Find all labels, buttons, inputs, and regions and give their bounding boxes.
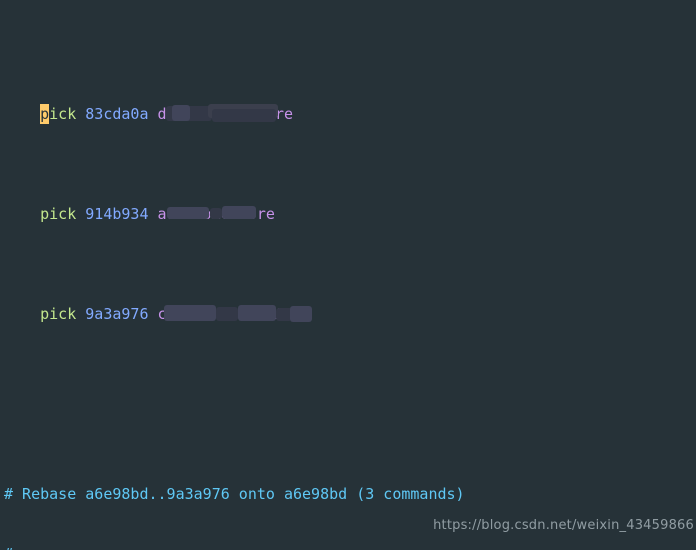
todo-sha-2: 914b934 [85,205,149,223]
todo-subject-3-prefix: c [157,305,167,323]
todo-sha-1: 83cda0a [85,105,149,123]
todo-subject-1-suffix: re [274,105,293,123]
todo-command-3: pick [40,305,77,323]
todo-subject-3-body: reate new README [166,305,312,323]
todo-line-2[interactable]: pick 914b934 add some more [4,184,696,223]
todo-subject-2-body: dd some mor [166,205,266,223]
todo-subject-1-body: ocumentation [166,105,275,123]
comment-line: # [4,544,696,550]
todo-subject-1-redacted: documentationre [158,104,293,124]
todo-command-1: ick [49,105,77,123]
todo-subject-2-prefix: a [157,205,167,223]
terminal-screen[interactable]: pick 83cda0a documentationre pick 914b93… [0,0,696,550]
todo-line-1[interactable]: pick 83cda0a documentationre [4,84,696,124]
comment-line: # Rebase a6e98bd..9a3a976 onto a6e98bd (… [4,485,465,503]
todo-subject-2-redacted: add some more [158,204,275,224]
todo-subject-2-suffix: e [265,205,275,223]
todo-subject-3-redacted: create new README [158,304,312,324]
todo-subject-1-prefix: d [157,105,167,123]
block-cursor: p [40,104,50,124]
todo-command-2: pick [40,205,77,223]
todo-line-3[interactable]: pick 9a3a976 create new README [4,284,696,323]
todo-sha-3: 9a3a976 [85,305,149,323]
watermark-text: https://blog.csdn.net/weixin_43459866 [433,518,694,533]
